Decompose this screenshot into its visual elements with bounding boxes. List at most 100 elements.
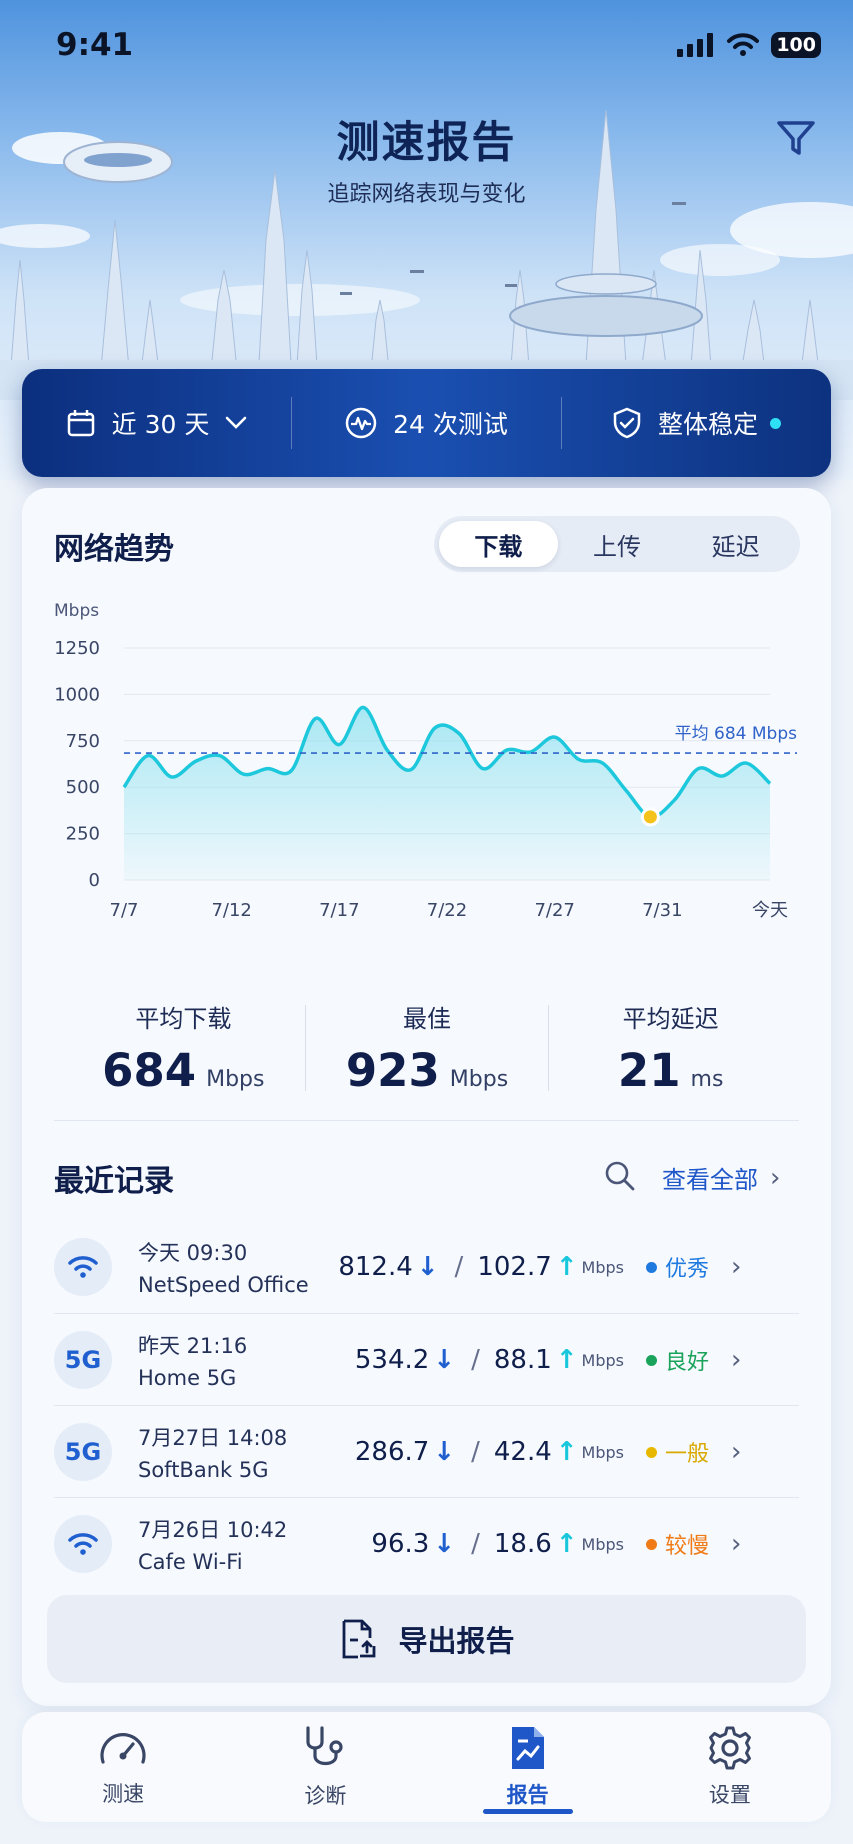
stat-value: 684 (102, 1044, 197, 1097)
5g-icon: 5G (54, 1423, 112, 1481)
records-title: 最近记录 (54, 1164, 174, 1199)
series-area (124, 707, 770, 880)
metric-tabs: 下载 上传 延迟 (434, 516, 800, 572)
tab-diagnose[interactable]: 诊断 (224, 1712, 426, 1822)
record-time: 7月27日 14:08 (138, 1426, 288, 1450)
tab-upload[interactable]: 上传 (558, 521, 677, 567)
filter-button[interactable] (770, 112, 822, 164)
record-speeds: 534.2 ↓ / 88.1 ↑ Mbps (348, 1345, 624, 1375)
status-badge: 一般 (646, 1436, 709, 1468)
summary-bar: 近 30 天 24 次测试 整体稳定 (22, 369, 831, 477)
record-time: 7月26日 10:42 (138, 1518, 288, 1542)
tab-settings[interactable]: 设置 (629, 1712, 831, 1822)
separator: / (471, 1345, 480, 1375)
status-label: 良好 (665, 1350, 710, 1375)
record-info: 今天 09:30 NetSpeed Office (138, 1237, 348, 1297)
tab-report[interactable]: 报告 (427, 1712, 629, 1822)
record-row[interactable]: 5G 昨天 21:16 Home 5G 534.2 ↓/88.1 ↑ Mbps 良好 … (54, 1314, 799, 1406)
tab-label: 诊断 (304, 1784, 347, 1808)
separator: / (471, 1437, 480, 1467)
stethoscope-icon (306, 1726, 343, 1766)
search-icon[interactable] (604, 1160, 636, 1192)
record-network: SoftBank 5G (138, 1458, 269, 1482)
trend-title: 网络趋势 (54, 532, 174, 567)
unit-label: Mbps (581, 1534, 624, 1554)
record-network: Home 5G (138, 1366, 237, 1390)
battery-indicator: 100 (771, 32, 821, 58)
record-row[interactable]: 今天 09:30 NetSpeed Office 812.4 ↓ / 102.7 ↑ Mb… (54, 1221, 799, 1313)
view-all-link[interactable]: 查看全部 › (662, 1160, 780, 1195)
tab-label: 设置 (708, 1783, 751, 1807)
page-subtitle: 追踪网络表现与变化 (327, 182, 526, 207)
tab-label: 测速 (102, 1782, 145, 1806)
x-tick-label: 今天 (752, 900, 788, 921)
separator: / (471, 1529, 480, 1559)
arrow-down-icon: ↓ (433, 1437, 456, 1467)
export-report-button[interactable]: 导出报告 (47, 1595, 806, 1683)
record-info: 7月26日 10:42 Cafe Wi-Fi (138, 1514, 348, 1574)
pulse-icon (345, 407, 377, 439)
download-value: 286.7 (354, 1437, 430, 1467)
calendar-icon (67, 410, 94, 437)
record-row[interactable]: 7月26日 10:42 Cafe Wi-Fi 96.3 ↓ / 18.6 ↑ Mbps 较… (54, 1498, 799, 1590)
tab-latency[interactable]: 延迟 (676, 521, 795, 567)
record-info: 昨天 21:16 Home 5G (138, 1330, 348, 1390)
x-tick-label: 7/17 (319, 900, 359, 921)
filter-icon (777, 121, 815, 155)
unit-label: Mbps (581, 1257, 624, 1277)
page-title: 测速报告 (336, 118, 517, 168)
record-network: Cafe Wi-Fi (138, 1550, 243, 1574)
x-tick-label: 7/12 (211, 900, 251, 921)
chevron-right-icon: › (770, 1162, 781, 1193)
y-axis-unit: Mbps (54, 601, 99, 621)
stability-status: 整体稳定 (562, 369, 831, 477)
separator: / (454, 1252, 464, 1282)
tab-speedtest[interactable]: 测速 (22, 1712, 224, 1822)
stat-unit: Mbps (449, 1067, 509, 1092)
chevron-right-icon: › (731, 1529, 742, 1559)
stat-label: 平均延迟 (622, 1005, 719, 1033)
5g-icon: 5G (54, 1331, 112, 1389)
average-label: 平均 684 Mbps (675, 724, 798, 744)
stat-unit: Mbps (206, 1067, 265, 1092)
download-value: 812.4 (338, 1252, 413, 1282)
view-all-label: 查看全部 (662, 1166, 758, 1194)
y-tick-label: 750 (66, 731, 100, 752)
record-speeds: 96.3 ↓ / 18.6 ↑ Mbps (348, 1529, 624, 1559)
download-value: 96.3 (371, 1529, 430, 1559)
upload-value: 18.6 (493, 1529, 552, 1559)
upload-value: 88.1 (493, 1345, 552, 1375)
unit-label: Mbps (581, 1442, 624, 1462)
status-bar: 9:41 100 (0, 0, 853, 90)
gear-icon (708, 1726, 751, 1770)
x-tick-label: 7/31 (642, 900, 682, 921)
upload-value: 42.4 (493, 1437, 552, 1467)
arrow-up-icon: ↑ (555, 1437, 578, 1467)
status-dot (646, 1538, 657, 1550)
download-value: 534.2 (354, 1345, 430, 1375)
stability-label: 整体稳定 (657, 410, 758, 439)
active-tab-indicator (482, 1809, 573, 1814)
status-time: 9:41 (56, 27, 134, 63)
wifi-icon (54, 1238, 112, 1296)
status-icons: 100 (677, 32, 821, 58)
y-tick-label: 250 (66, 824, 100, 845)
tests-label: 24 次测试 (393, 410, 508, 439)
stat-unit: ms (690, 1067, 724, 1092)
arrow-up-icon: ↑ (555, 1252, 578, 1282)
tab-download[interactable]: 下载 (439, 521, 558, 567)
record-info: 7月27日 14:08 SoftBank 5G (138, 1422, 348, 1482)
stat-avg-download: 平均下载 684 Mbps (62, 999, 305, 1097)
chevron-right-icon: › (731, 1345, 742, 1375)
period-selector[interactable]: 近 30 天 (22, 369, 291, 477)
speedometer-icon (100, 1733, 146, 1764)
export-label: 导出报告 (398, 1624, 515, 1658)
record-row[interactable]: 5G 7月27日 14:08 SoftBank 5G 286.7 ↓ / 42.4 ↑ M… (54, 1406, 799, 1498)
upload-value: 102.7 (477, 1252, 552, 1282)
record-network: NetSpeed Office (138, 1273, 309, 1297)
arrow-down-icon: ↓ (433, 1345, 456, 1375)
stat-label: 平均下载 (135, 1005, 232, 1033)
divider (54, 1120, 799, 1121)
stat-avg-latency: 平均延迟 21 ms (549, 999, 792, 1097)
wifi-status-icon (727, 33, 760, 56)
